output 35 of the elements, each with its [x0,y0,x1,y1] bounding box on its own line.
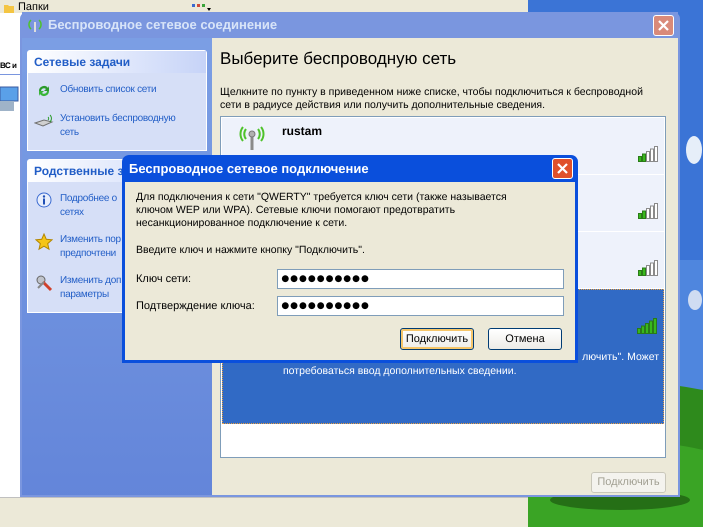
task-link[interactable]: Изменить пор предпочтени [60,233,121,261]
task-link[interactable]: Установить беспроводную сеть [60,112,176,140]
network-description: потребоваться ввод дополнительных сведении. [283,364,518,378]
refresh-icon [36,83,52,99]
network-description: лючить". Может [582,350,659,364]
wireless-network-icon [238,124,266,150]
instruction-text: Щелкните по пункту в приведенном ниже списке, чтобы подключиться к беспроводной сети в радиусе действия или получить дополнительные сведения. [220,86,644,112]
task-link[interactable]: Обновить список сети [60,83,156,97]
info-icon [36,192,52,208]
close-button[interactable] [653,14,674,36]
pane-heading: ВС и [0,61,16,70]
key-field[interactable]: ●●●●●●●●●● [277,268,564,289]
task-box-title: Сетевые задачи [34,54,130,71]
field-label: Ключ сети: [136,272,192,286]
view-icon[interactable] [190,3,211,13]
close-icon [557,163,568,174]
folder-icon [4,3,14,13]
task-link[interactable]: Изменить доп параметры [60,274,122,302]
folders-button[interactable]: Папки [18,2,49,13]
dialog-button[interactable]: Подключить [400,328,474,350]
task-link[interactable]: Подробнее о сетях [60,192,117,220]
dialog-prompt: Введите ключ и нажмите кнопку "Подключить". [136,243,365,258]
dialog-button[interactable]: Отмена [488,328,562,350]
key-field[interactable]: ●●●●●●●●●● [277,296,564,316]
wireless-icon [26,18,44,32]
close-button[interactable] [552,158,573,179]
star-icon [35,233,53,251]
close-icon [658,20,669,30]
wireless-device-icon [34,112,54,128]
field-label: Подтверждение ключа: [136,298,256,314]
tools-icon [35,274,53,292]
network-name: rustam [282,123,324,140]
dialog-message: Для подключения к сети "QWERTY" требуется ключ сети (также называется ключом WEP или WPA). Сетевые ключи помогают предотвратить несанкционированное подключение к сети. [136,191,508,230]
page-heading: Выберите беспроводную сеть [220,48,458,70]
window-title: Беспроводное сетевое соединение [48,16,278,34]
